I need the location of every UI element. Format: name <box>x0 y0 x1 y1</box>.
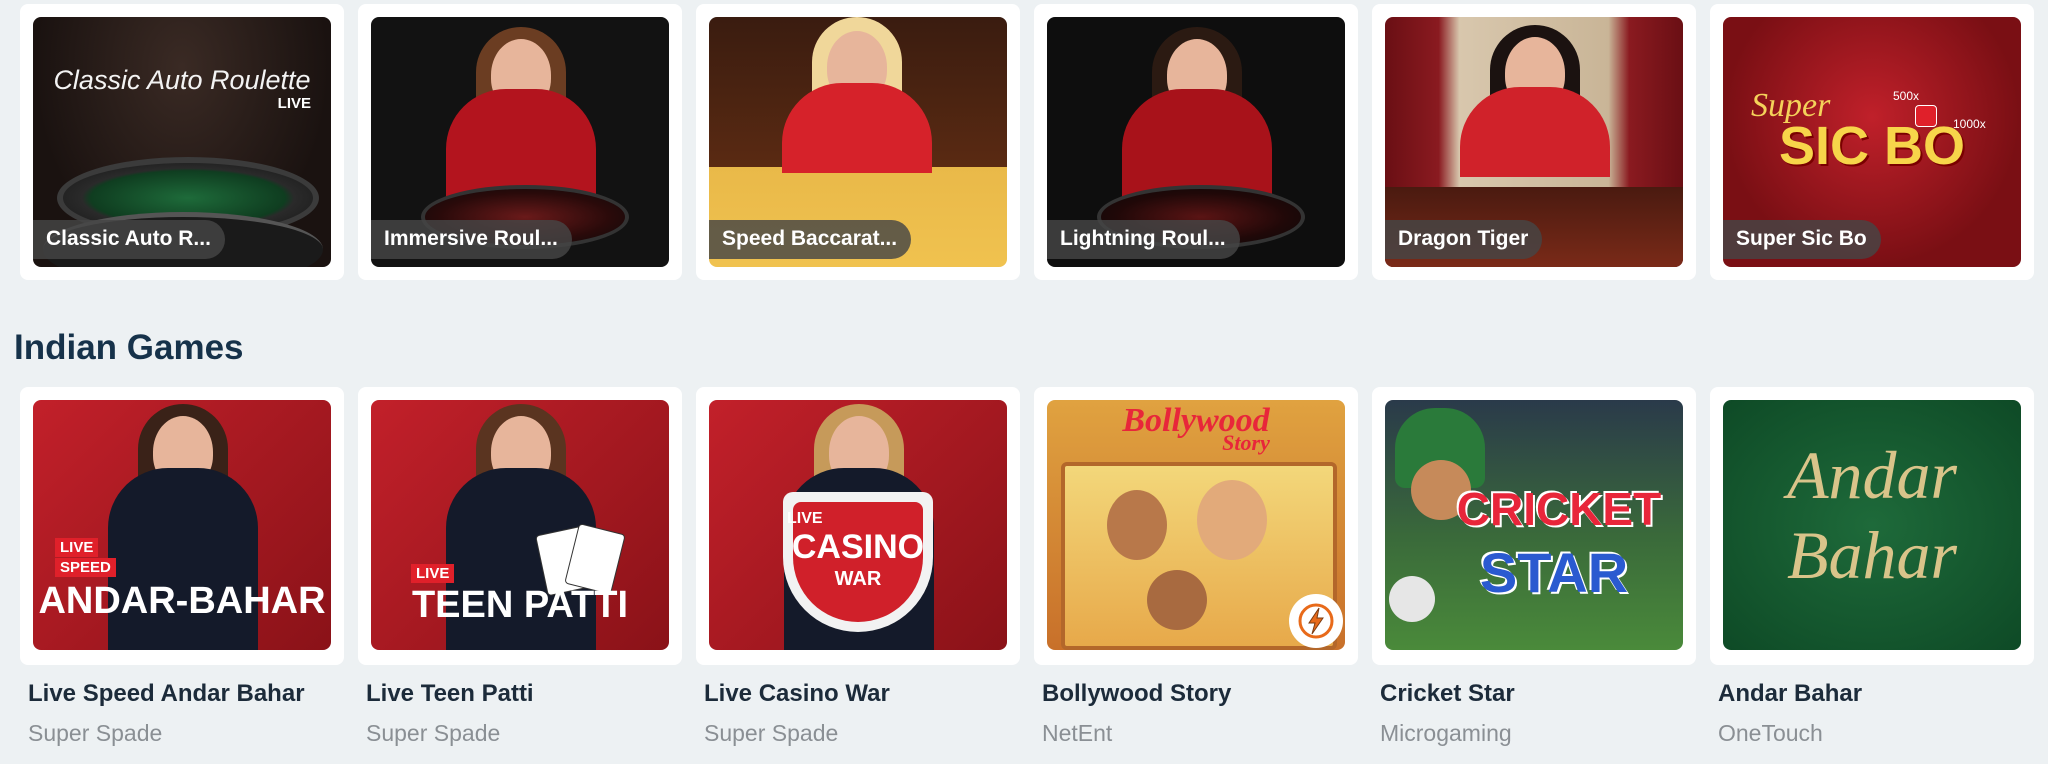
game-label: Immersive Roul... <box>371 220 572 259</box>
game-card-live-speed-andar-bahar[interactable]: LIVE SPEED ANDAR-BAHAR <box>20 387 344 665</box>
game-card-speed-baccarat[interactable]: Speed Baccarat... <box>696 4 1020 280</box>
game-card-live-casino-war[interactable]: LIVE CASINO WAR <box>696 387 1020 665</box>
thumbnail-art-subtitle: WAR <box>834 568 882 590</box>
thumbnail-art-title: Classic Auto Roulette <box>53 65 311 95</box>
game-thumbnail: Immersive Roul... <box>371 17 669 267</box>
game-label: Lightning Roul... <box>1047 220 1240 259</box>
game-thumbnail: LIVE SPEED ANDAR-BAHAR <box>33 400 331 650</box>
game-thumbnail: Andar Bahar <box>1723 400 2021 650</box>
game-thumbnail: Lightning Roul... <box>1047 17 1345 267</box>
game-card-lightning-roulette[interactable]: Lightning Roul... <box>1034 4 1358 280</box>
game-card-live-teen-patti[interactable]: LIVE TEEN PATTI <box>358 387 682 665</box>
thumbnail-art-title: Andar <box>1787 437 1957 513</box>
top-games-row: Classic Auto Roulette LIVE Classic Auto … <box>20 4 2034 280</box>
game-name[interactable]: Live Teen Patti <box>358 680 682 708</box>
game-card-cricket-star[interactable]: CRICKET STAR <box>1372 387 1696 665</box>
game-label: Super Sic Bo <box>1723 220 1881 259</box>
game-thumbnail: Super SIC BO 500x 1000x Super Sic Bo <box>1723 17 2021 267</box>
game-thumbnail: Bollywood Story <box>1047 400 1345 650</box>
game-thumbnail: CRICKET STAR <box>1385 400 1683 650</box>
game-card-classic-auto-roulette[interactable]: Classic Auto Roulette LIVE Classic Auto … <box>20 4 344 280</box>
game-thumbnail: Speed Baccarat... <box>709 17 1007 267</box>
game-card-super-sic-bo[interactable]: Super SIC BO 500x 1000x Super Sic Bo <box>1710 4 2034 280</box>
game-card-immersive-roulette[interactable]: Immersive Roul... <box>358 4 682 280</box>
indian-games-row: LIVE SPEED ANDAR-BAHAR LIVE TEEN PATTI L… <box>20 387 2034 665</box>
game-thumbnail: LIVE CASINO WAR <box>709 400 1007 650</box>
thumbnail-art-subtitle: Bahar <box>1787 517 1957 593</box>
thumbnail-multiplier: 1000x <box>1953 117 1986 131</box>
game-name[interactable]: Andar Bahar <box>1710 680 2034 708</box>
game-name[interactable]: Live Speed Andar Bahar <box>20 680 344 708</box>
thumbnail-live-badge: LIVE <box>411 564 455 583</box>
lightning-icon <box>1289 594 1343 648</box>
game-thumbnail: LIVE TEEN PATTI <box>371 400 669 650</box>
game-provider: Super Spade <box>704 720 839 746</box>
game-provider: Super Spade <box>28 720 163 746</box>
game-meta: Cricket Star Microgaming <box>1372 680 1696 747</box>
game-provider: Microgaming <box>1380 720 1512 746</box>
game-card-andar-bahar[interactable]: Andar Bahar <box>1710 387 2034 665</box>
thumbnail-art-title: ANDAR-BAHAR <box>38 580 326 622</box>
game-thumbnail: Dragon Tiger <box>1385 17 1683 267</box>
section-title-indian-games: Indian Games <box>14 328 244 367</box>
thumbnail-multiplier: 500x <box>1893 89 1920 103</box>
thumbnail-live-badge: LIVE <box>55 538 99 557</box>
thumbnail-speed-badge: SPEED <box>55 558 116 577</box>
game-meta: Bollywood Story NetEnt <box>1034 680 1358 747</box>
game-name[interactable]: Cricket Star <box>1372 680 1696 708</box>
game-meta: Live Teen Patti Super Spade <box>358 680 682 747</box>
game-meta: Andar Bahar OneTouch <box>1710 680 2034 747</box>
game-label: Dragon Tiger <box>1385 220 1543 259</box>
game-provider: Super Spade <box>366 720 501 746</box>
game-provider: NetEnt <box>1042 720 1113 746</box>
thumbnail-art-title: TEEN PATTI <box>411 584 629 626</box>
cricket-ball-icon <box>1389 576 1435 622</box>
thumbnail-art-title: CASINO <box>791 528 925 566</box>
dice-icon <box>1915 105 1937 127</box>
game-label: Classic Auto R... <box>33 220 225 259</box>
game-name[interactable]: Live Casino War <box>696 680 1020 708</box>
game-name[interactable]: Bollywood Story <box>1034 680 1358 708</box>
thumbnail-live-badge: LIVE <box>277 95 311 112</box>
game-meta: Live Speed Andar Bahar Super Spade <box>20 680 344 747</box>
game-provider: OneTouch <box>1718 720 1823 746</box>
game-card-dragon-tiger[interactable]: Dragon Tiger <box>1372 4 1696 280</box>
game-meta: Live Casino War Super Spade <box>696 680 1020 747</box>
game-card-bollywood-story[interactable]: Bollywood Story <box>1034 387 1358 665</box>
thumbnail-art-title: CRICKET <box>1456 483 1662 535</box>
thumbnail-live-badge: LIVE <box>787 510 823 527</box>
game-label: Speed Baccarat... <box>709 220 912 259</box>
thumbnail-art-subtitle: Story <box>1222 430 1270 455</box>
game-thumbnail: Classic Auto Roulette LIVE Classic Auto … <box>33 17 331 267</box>
